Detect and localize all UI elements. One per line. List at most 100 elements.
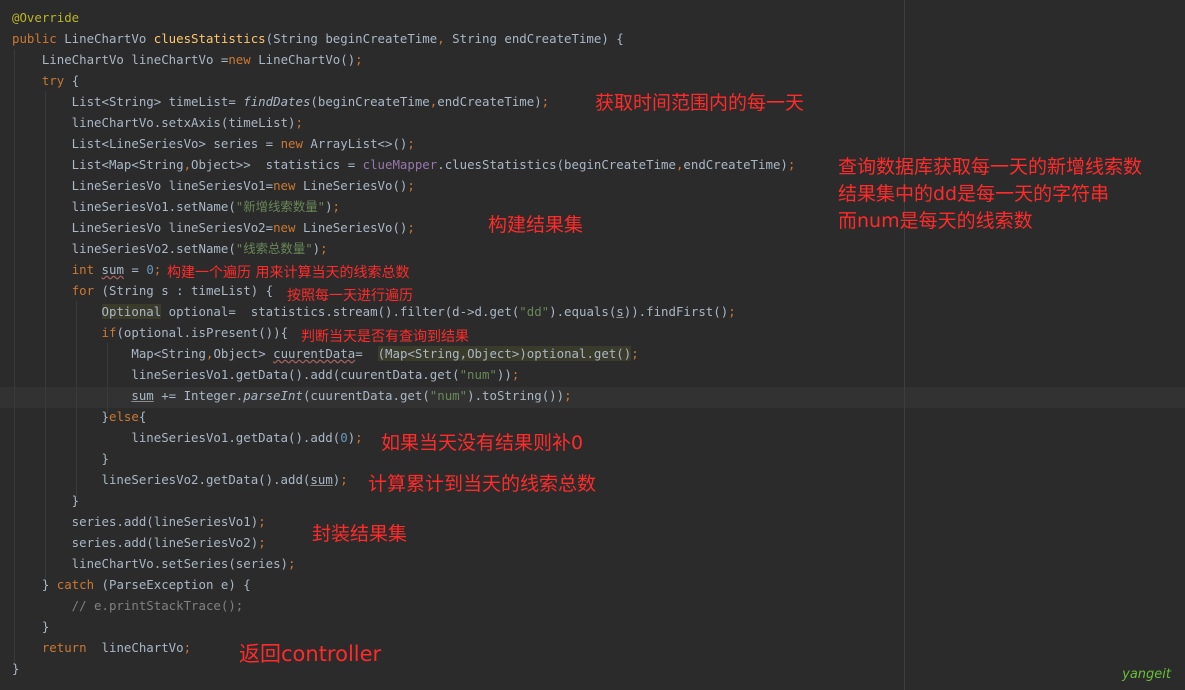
code-token: findDates (243, 94, 311, 109)
code-token: cuurentData (273, 346, 356, 361)
code-token: 0 (340, 430, 348, 445)
code-token: } (12, 451, 109, 466)
code-token: sum (310, 472, 333, 487)
code-token: (Map<String,Object>)optional.get() (377, 346, 632, 361)
code-token: Optional (101, 304, 162, 319)
code-token: ; (564, 388, 572, 403)
code-token: LineSeriesVo lineSeriesVo1= (12, 178, 274, 193)
annotation-query-db-line1: 查询数据库获取每一天的新增线索数 (838, 156, 1143, 178)
code-line[interactable]: // e.printStackTrace(); (12, 595, 795, 616)
code-token: } (12, 619, 50, 634)
code-line[interactable]: lineChartVo.setxAxis(timeList); (12, 112, 795, 133)
code-token: new (280, 136, 311, 151)
code-token: } (12, 577, 57, 592)
annotation-build-iter: 构建一个遍历 用来计算当天的线索总数 (167, 265, 410, 281)
code-token: { (71, 73, 80, 88)
code-token: (optional.isPresent()){ (116, 325, 289, 340)
code-token: ; (407, 220, 415, 235)
code-token: public (12, 31, 65, 46)
code-line[interactable]: LineChartVo lineChartVo =new LineChartVo… (12, 49, 795, 70)
code-token: ; (787, 157, 796, 172)
code-token: )) (496, 367, 512, 382)
code-line[interactable]: lineChartVo.setSeries(series); (12, 553, 795, 574)
code-token: += Integer. (153, 388, 244, 403)
code-token: for (71, 283, 102, 298)
code-line[interactable]: return lineChartVo; (12, 637, 795, 658)
code-line[interactable]: lineSeriesVo1.setName("新增线索数量"); (12, 196, 795, 217)
code-token: ; (332, 199, 340, 214)
code-token: "dd" (519, 304, 550, 319)
code-token: endCreateTime) (437, 94, 542, 109)
code-line[interactable]: }else{ (12, 406, 795, 427)
code-token: sum (131, 388, 154, 403)
code-line[interactable]: Map<String,Object> cuurentData= (Map<Str… (12, 343, 795, 364)
code-token: ; (295, 115, 303, 130)
code-token: ; (355, 430, 363, 445)
code-line[interactable]: LineSeriesVo lineSeriesVo1=new LineSerie… (12, 175, 795, 196)
code-token: LineChartVo (64, 31, 154, 46)
code-token: lineChartVo (101, 640, 184, 655)
code-line[interactable]: lineSeriesVo2.setName("线索总数量"); (12, 238, 795, 259)
code-token: sum (101, 262, 124, 277)
code-token: lineSeriesVo1.setName( (12, 199, 236, 214)
code-token: (ParseException e) { (101, 577, 251, 592)
code-token: )).findFirst() (623, 304, 729, 319)
code-token: } (12, 493, 80, 508)
code-line[interactable]: } (12, 658, 795, 679)
code-token: List<String> timeList= (12, 94, 244, 109)
code-token: ; (631, 346, 639, 361)
code-token: if (101, 325, 117, 340)
code-token: catch (56, 577, 102, 592)
code-token: else (108, 409, 139, 424)
code-token: List<LineSeriesVo> series = (12, 136, 281, 151)
code-token: ; (320, 241, 328, 256)
code-line[interactable]: lineSeriesVo1.getData().add(cuurentData.… (12, 364, 795, 385)
code-token: LineSeriesVo lineSeriesVo2= (12, 220, 274, 235)
code-token: (cuurentData.get( (302, 388, 430, 403)
code-token: , (183, 157, 192, 172)
code-token: LineSeriesVo() (302, 220, 408, 235)
code-token: lineSeriesVo1.getData().add(cuurentData.… (12, 367, 460, 382)
watermark: yangeit (1122, 667, 1171, 682)
code-line[interactable]: List<LineSeriesVo> series = new ArrayLis… (12, 133, 795, 154)
code-token: = (355, 346, 378, 361)
code-token: ; (258, 514, 266, 529)
code-line[interactable]: } (12, 616, 795, 637)
code-token: series.add(lineSeriesVo1) (12, 514, 259, 529)
annotation-query-db-line3: 而num是每天的线索数 (838, 210, 1033, 232)
code-token: Map<String (12, 346, 206, 361)
code-line[interactable]: public LineChartVo cluesStatistics(Strin… (12, 28, 795, 49)
code-token: ; (288, 556, 296, 571)
annotation-time-range: 获取时间范围内的每一天 (595, 92, 805, 114)
code-line[interactable]: } catch (ParseException e) { (12, 574, 795, 595)
code-token: ; (340, 472, 348, 487)
code-token: parseInt (243, 388, 303, 403)
code-token: ; (183, 640, 192, 655)
code-editor[interactable]: @Override public LineChartVo cluesStatist… (0, 0, 1185, 690)
annotation-iterate-days: 按照每一天进行遍历 (287, 288, 413, 304)
code-line[interactable]: @Override (12, 7, 795, 28)
code-token: LineChartVo() (258, 52, 356, 67)
code-token: } (12, 409, 109, 424)
code-token: clueMapper (362, 157, 438, 172)
code-token: ArrayList<>() (310, 136, 408, 151)
code-token: try (41, 73, 72, 88)
code-token: (String s : timeList) { (101, 283, 274, 298)
code-token: List<Map<String (12, 157, 184, 172)
code-token: 0 (146, 262, 154, 277)
code-line[interactable]: List<Map<String,Object>> statistics = cl… (12, 154, 796, 175)
code-line[interactable]: LineSeriesVo lineSeriesVo2=new LineSerie… (12, 217, 795, 238)
code-token: (beginCreateTime (310, 94, 430, 109)
code-token: lineSeriesVo1.getData().add( (12, 430, 341, 445)
code-token: lineChartVo.setSeries(series) (12, 556, 289, 571)
code-line[interactable]: sum += Integer.parseInt(cuurentData.get(… (12, 385, 795, 406)
code-token: Object> (213, 346, 274, 361)
code-token: return (41, 640, 102, 655)
code-token: .cluesStatistics(beginCreateTime (437, 157, 676, 172)
code-token: new (228, 52, 259, 67)
code-token: "num" (459, 367, 497, 382)
code-token: ; (153, 262, 162, 277)
